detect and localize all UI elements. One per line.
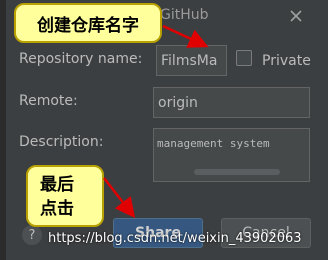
close-button[interactable] [284, 4, 308, 28]
annotation-callout-share: 最后 点击 [26, 165, 104, 227]
description-label: Description: [19, 134, 104, 150]
annotation-callout-repository: 创建仓库名字 [14, 3, 162, 43]
annotation-text-repository: 创建仓库名字 [37, 15, 139, 36]
help-button[interactable]: ? [22, 225, 42, 245]
remote-select[interactable]: origin [153, 87, 310, 118]
watermark-url: https://blog.csdn.net/weixin_43902063 [48, 231, 302, 246]
annotation-text-line-1: 最后 [40, 175, 74, 195]
create-repository-dialog: GitHub Repository name: FilmsMa Private … [0, 0, 328, 260]
private-label: Private [262, 53, 311, 69]
background-editor-strip [0, 0, 6, 260]
arrow-to-share-button [103, 177, 136, 218]
close-icon [290, 10, 302, 22]
repository-name-input[interactable]: FilmsMa [156, 45, 227, 76]
arrow-to-repository-field [162, 24, 209, 48]
remote-label: Remote: [19, 93, 78, 109]
description-text: management system [157, 137, 270, 150]
repository-name-label: Repository name: [19, 51, 143, 67]
annotation-text-line-2: 点击 [40, 199, 74, 219]
help-icon: ? [28, 227, 36, 243]
description-textarea[interactable]: management system [153, 128, 310, 182]
dialog-title: GitHub [160, 7, 209, 23]
description-scrollbar[interactable] [194, 169, 280, 175]
private-checkbox[interactable] [236, 50, 252, 66]
